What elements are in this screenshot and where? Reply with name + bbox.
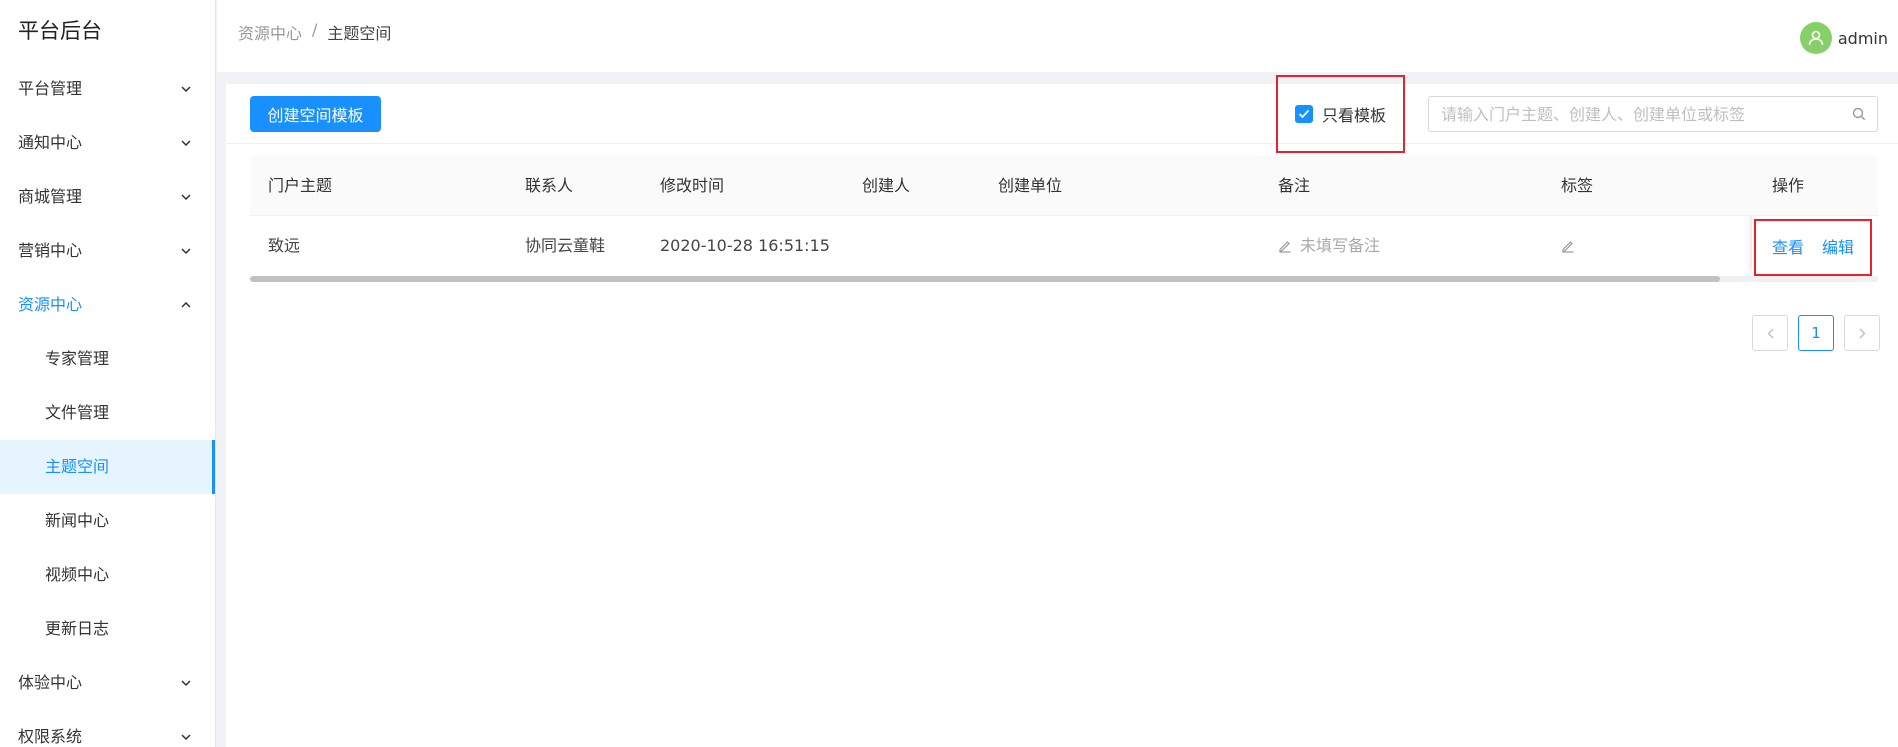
sub-label: 新闻中心 — [45, 511, 110, 530]
username: admin — [1837, 28, 1888, 48]
menu-label: 权限系统 — [18, 727, 83, 746]
content-panel: 创建空间模板 只看模板 门户主题 联系人 修改时间 创建人 创建单位 — [226, 75, 1898, 747]
checkbox-checked-icon[interactable] — [1294, 105, 1313, 123]
menu-label: 资源中心 — [18, 295, 83, 314]
cell-tag[interactable] — [1561, 216, 1575, 276]
chevron-down-icon — [179, 170, 193, 224]
breadcrumb: 资源中心 / 主题空间 — [238, 20, 391, 44]
create-space-template-button[interactable]: 创建空间模板 — [250, 96, 381, 132]
brand-title: 平台后台 — [18, 19, 102, 43]
menu-platform-management[interactable]: 平台管理 — [0, 62, 215, 116]
menu-label: 营销中心 — [18, 241, 83, 260]
view-link[interactable]: 查看 — [1772, 234, 1804, 258]
remark-text: 未填写备注 — [1300, 236, 1381, 255]
menu-resource-center[interactable]: 资源中心 — [0, 278, 215, 332]
prev-page-button[interactable] — [1752, 315, 1788, 351]
cell-remark[interactable]: 未填写备注 — [1278, 216, 1380, 276]
breadcrumb-current: 主题空间 — [327, 24, 392, 43]
menu-label: 体验中心 — [18, 673, 83, 692]
chevron-left-icon — [1767, 328, 1773, 338]
menu-experience-center[interactable]: 体验中心 — [0, 656, 215, 710]
sidebar-item-topic-space[interactable]: 主题空间 — [0, 440, 215, 494]
search-icon[interactable] — [1841, 96, 1877, 132]
chevron-down-icon — [179, 710, 193, 747]
menu-label: 通知中心 — [18, 133, 83, 152]
menu-marketing-center[interactable]: 营销中心 — [0, 224, 215, 278]
cell-topic: 致远 — [268, 236, 301, 255]
chevron-down-icon — [179, 116, 193, 170]
cell-modified-time: 2020-10-28 16:51:15 — [660, 236, 830, 255]
sub-label: 主题空间 — [45, 457, 110, 476]
chevron-down-icon — [179, 656, 193, 710]
menu-permission-system[interactable]: 权限系统 — [0, 710, 215, 747]
menu-notice-center[interactable]: 通知中心 — [0, 116, 215, 170]
col-header-contact: 联系人 — [525, 176, 574, 195]
user-icon — [1808, 30, 1824, 46]
breadcrumb-separator: / — [312, 20, 318, 39]
template-only-label: 只看模板 — [1321, 106, 1386, 125]
search-input[interactable] — [1429, 97, 1841, 131]
edit-link[interactable]: 编辑 — [1822, 234, 1854, 258]
page-number-button[interactable]: 1 — [1798, 315, 1834, 351]
col-header-creator: 创建人 — [862, 176, 911, 195]
sidebar-item-file-management[interactable]: 文件管理 — [0, 386, 215, 440]
sidebar-item-changelog[interactable]: 更新日志 — [0, 602, 215, 656]
sidebar: 平台后台 平台管理 通知中心 商城管理 营销中心 资源中心 专家管理 文件管理 — [0, 0, 216, 747]
sidebar-item-video-center[interactable]: 视频中心 — [0, 548, 215, 602]
search-box — [1428, 96, 1878, 132]
col-header-tag: 标签 — [1561, 176, 1594, 195]
top-header: 资源中心 / 主题空间 admin — [217, 0, 1898, 72]
sidebar-item-expert-management[interactable]: 专家管理 — [0, 332, 215, 386]
menu-mall-management[interactable]: 商城管理 — [0, 170, 215, 224]
table-header: 门户主题 联系人 修改时间 创建人 创建单位 备注 标签 操作 — [250, 156, 1878, 216]
chevron-up-icon — [179, 278, 193, 332]
next-page-button[interactable] — [1844, 315, 1880, 351]
table-row: 致远 协同云童鞋 2020-10-28 16:51:15 未填写备注 — [250, 216, 1878, 276]
col-header-operations: 操作 — [1772, 176, 1805, 195]
cell-contact: 协同云童鞋 — [525, 236, 606, 255]
sidebar-item-news-center[interactable]: 新闻中心 — [0, 494, 215, 548]
avatar — [1799, 22, 1832, 54]
menu-label: 平台管理 — [18, 79, 83, 98]
edit-pencil-icon[interactable] — [1278, 239, 1292, 253]
chevron-down-icon — [179, 224, 193, 278]
breadcrumb-resource-center[interactable]: 资源中心 — [238, 20, 302, 44]
edit-pencil-icon[interactable] — [1561, 216, 1575, 276]
sub-label: 更新日志 — [45, 619, 110, 638]
col-header-remark: 备注 — [1278, 176, 1311, 195]
scrollbar-thumb[interactable] — [250, 276, 1720, 282]
col-header-topic: 门户主题 — [268, 176, 333, 195]
sub-label: 专家管理 — [45, 349, 110, 368]
chevron-right-icon — [1859, 328, 1865, 338]
user-menu[interactable]: admin — [1799, 22, 1888, 54]
col-header-creating-unit: 创建单位 — [998, 176, 1063, 195]
toolbar: 创建空间模板 只看模板 — [226, 75, 1898, 153]
horizontal-scrollbar[interactable] — [250, 276, 1878, 282]
topic-space-table: 门户主题 联系人 修改时间 创建人 创建单位 备注 标签 操作 致远 协同云童鞋… — [250, 156, 1878, 282]
row-actions: 查看 编辑 — [1772, 216, 1854, 276]
template-only-checkbox[interactable]: 只看模板 — [1276, 75, 1405, 153]
col-header-modified-time: 修改时间 — [660, 176, 725, 195]
sub-label: 文件管理 — [45, 403, 110, 422]
pagination: 1 — [1752, 315, 1880, 351]
sub-label: 视频中心 — [45, 565, 110, 584]
menu-label: 商城管理 — [18, 187, 83, 206]
chevron-down-icon — [179, 62, 193, 116]
